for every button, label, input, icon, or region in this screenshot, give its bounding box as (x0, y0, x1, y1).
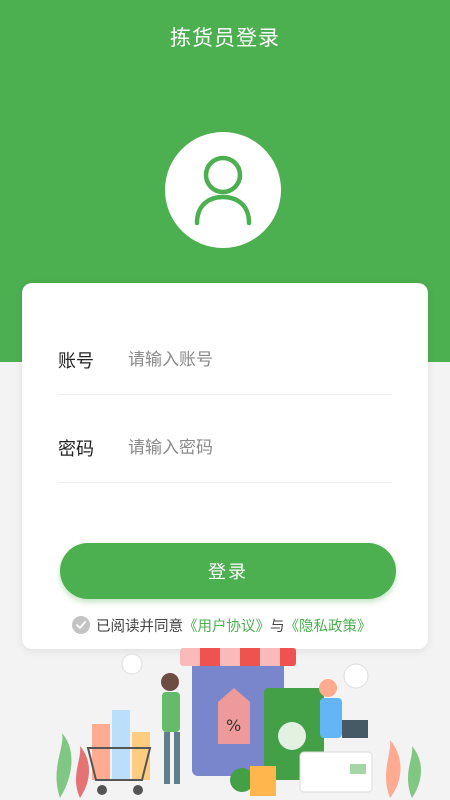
password-label: 密码 (58, 438, 94, 460)
login-card: 账号 密码 登录 已阅读并同意 《用户协议》 与 《隐私政策》 (22, 283, 428, 649)
account-label: 账号 (58, 350, 94, 372)
privacy-policy-link[interactable]: 《隐私政策》 (285, 615, 372, 636)
password-input[interactable] (128, 437, 392, 458)
shopping-illustration: % (56, 648, 421, 798)
svg-text:%: % (226, 716, 241, 735)
agreement-prefix: 已阅读并同意 (96, 618, 183, 635)
user-agreement-link[interactable]: 《用户协议》 (183, 615, 270, 636)
login-button[interactable]: 登录 (60, 543, 396, 599)
account-row: 账号 (58, 325, 392, 395)
agreement-conjunction: 与 (270, 618, 285, 635)
account-input[interactable] (128, 349, 392, 370)
agreement-checkbox[interactable] (72, 616, 90, 634)
password-row: 密码 (58, 413, 392, 483)
user-icon (194, 155, 252, 226)
check-icon (76, 621, 86, 629)
avatar (165, 132, 281, 248)
agreement-row: 已阅读并同意 《用户协议》 与 《隐私政策》 (72, 614, 412, 636)
page-title: 拣货员登录 (170, 26, 280, 50)
